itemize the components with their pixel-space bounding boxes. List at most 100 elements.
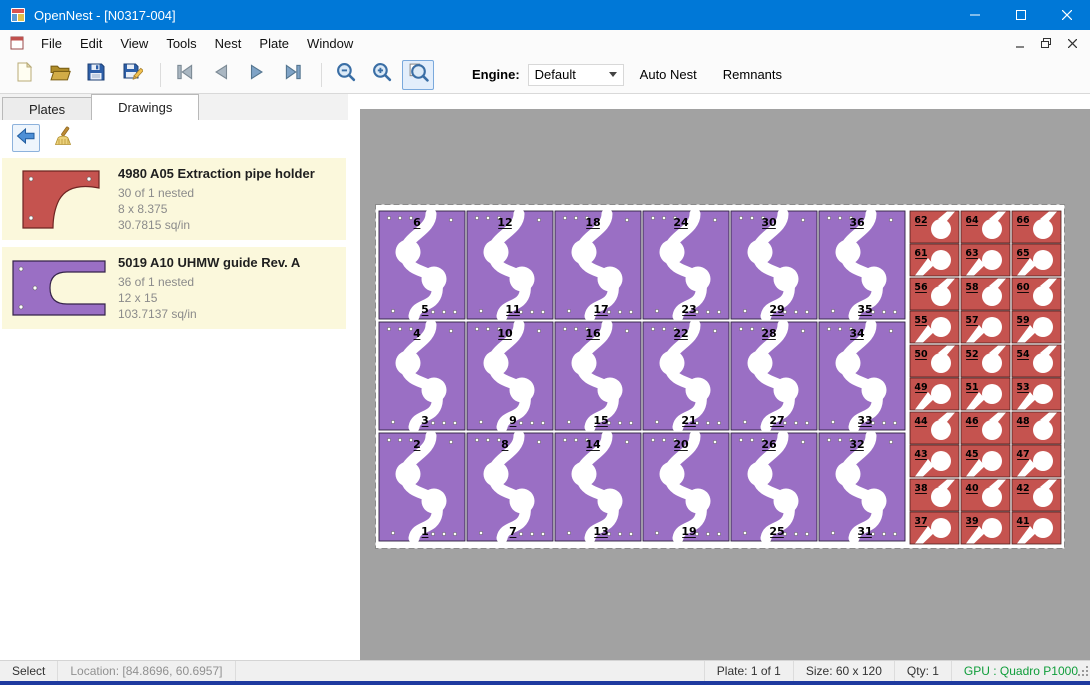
status-mode: Select: [0, 661, 58, 681]
svg-text:2: 2: [413, 438, 421, 451]
save-button[interactable]: [80, 60, 112, 90]
open-folder-icon: [50, 62, 71, 88]
menu-nest[interactable]: Nest: [206, 33, 251, 54]
svg-text:14: 14: [585, 438, 601, 451]
save-as-button[interactable]: [116, 60, 148, 90]
first-arrow-icon: [174, 61, 196, 88]
window-title: OpenNest - [N0317-004]: [34, 8, 176, 23]
engine-select[interactable]: Default: [528, 64, 624, 86]
first-plate-button[interactable]: [169, 60, 201, 90]
next-plate-button[interactable]: [241, 60, 273, 90]
svg-text:21: 21: [681, 414, 696, 427]
zoom-out-button[interactable]: [330, 60, 362, 90]
menu-edit[interactable]: Edit: [71, 33, 111, 54]
menu-plate[interactable]: Plate: [250, 33, 298, 54]
svg-text:41: 41: [1016, 516, 1029, 527]
mdi-close-button[interactable]: [1060, 33, 1084, 53]
svg-text:1: 1: [421, 525, 429, 538]
menu-view[interactable]: View: [111, 33, 157, 54]
svg-text:17: 17: [593, 303, 608, 316]
next-arrow-icon: [246, 61, 268, 88]
new-file-icon: [14, 62, 34, 87]
part-thumbnail-purple: [8, 257, 110, 319]
svg-text:37: 37: [914, 516, 927, 527]
new-button[interactable]: [8, 60, 40, 90]
svg-text:29: 29: [769, 303, 784, 316]
svg-text:13: 13: [593, 525, 608, 538]
svg-text:23: 23: [681, 303, 696, 316]
svg-text:39: 39: [965, 516, 978, 527]
mdi-minimize-button[interactable]: [1008, 33, 1032, 53]
engine-selected-value: Default: [535, 67, 609, 82]
svg-text:3: 3: [421, 414, 429, 427]
svg-text:35: 35: [857, 303, 872, 316]
svg-text:6: 6: [413, 216, 421, 229]
toolbar-separator: [321, 63, 322, 87]
drawing-item-pipe-holder[interactable]: 4980 A05 Extraction pipe holder 30 of 1 …: [2, 158, 346, 240]
svg-text:9: 9: [509, 414, 517, 427]
resize-grip-icon[interactable]: [1077, 665, 1089, 680]
close-button[interactable]: [1044, 0, 1090, 30]
last-plate-button[interactable]: [277, 60, 309, 90]
tab-plates[interactable]: Plates: [2, 97, 92, 120]
remnants-button[interactable]: Remnants: [713, 61, 792, 88]
drawing-title: 4980 A05 Extraction pipe holder: [118, 166, 340, 181]
status-plate: Plate: 1 of 1: [704, 661, 793, 681]
clear-nest-button[interactable]: [50, 124, 78, 152]
drawing-nested-count: 36 of 1 nested: [118, 274, 340, 290]
svg-text:7: 7: [509, 525, 517, 538]
svg-text:22: 22: [673, 327, 688, 340]
drawing-title: 5019 A10 UHMW guide Rev. A: [118, 255, 340, 270]
nest-canvas[interactable]: 6512111817242330293635431091615222128273…: [348, 94, 1090, 660]
svg-text:16: 16: [585, 327, 601, 340]
nest-plate-svg[interactable]: 6512111817242330293635431091615222128273…: [375, 204, 1065, 549]
svg-text:62: 62: [914, 215, 927, 226]
svg-text:18: 18: [585, 216, 600, 229]
svg-text:51: 51: [965, 382, 978, 393]
status-qty: Qty: 1: [894, 661, 951, 681]
svg-text:38: 38: [914, 483, 928, 494]
open-button[interactable]: [44, 60, 76, 90]
svg-text:40: 40: [965, 483, 979, 494]
zoom-fit-button[interactable]: [402, 60, 434, 90]
blue-left-arrow-icon: [16, 126, 36, 151]
svg-text:33: 33: [857, 414, 872, 427]
return-to-plate-button[interactable]: [12, 124, 40, 152]
drawing-item-uhmw-guide[interactable]: 5019 A10 UHMW guide Rev. A 36 of 1 neste…: [2, 247, 346, 329]
svg-text:59: 59: [1016, 315, 1029, 326]
svg-text:30: 30: [761, 216, 777, 229]
svg-text:54: 54: [1016, 349, 1030, 360]
tab-drawings[interactable]: Drawings: [91, 94, 199, 120]
mdi-restore-button[interactable]: [1034, 33, 1058, 53]
maximize-button[interactable]: [998, 0, 1044, 30]
document-icon[interactable]: [10, 36, 24, 50]
svg-text:46: 46: [965, 416, 979, 427]
status-bar: Select Location: [84.8696, 60.6957] Plat…: [0, 660, 1090, 681]
svg-text:4: 4: [413, 327, 421, 340]
menu-file[interactable]: File: [32, 33, 71, 54]
status-gpu: GPU : Quadro P1000: [951, 661, 1090, 681]
menu-window[interactable]: Window: [298, 33, 362, 54]
previous-arrow-icon: [210, 61, 232, 88]
toolbar-separator: [160, 63, 161, 87]
svg-text:15: 15: [593, 414, 608, 427]
svg-text:65: 65: [1016, 248, 1029, 259]
svg-text:63: 63: [965, 248, 978, 259]
svg-text:45: 45: [965, 449, 978, 460]
svg-text:5: 5: [421, 303, 429, 316]
zoom-in-button[interactable]: [366, 60, 398, 90]
menu-bar: File Edit View Tools Nest Plate Window: [0, 30, 1090, 56]
minimize-button[interactable]: [952, 0, 998, 30]
menu-tools[interactable]: Tools: [157, 33, 205, 54]
chevron-down-icon: [609, 72, 617, 77]
drawing-area: 30.7815 sq/in: [118, 217, 340, 233]
svg-text:58: 58: [965, 282, 979, 293]
svg-text:24: 24: [673, 216, 689, 229]
svg-text:49: 49: [914, 382, 927, 393]
svg-text:25: 25: [769, 525, 784, 538]
svg-text:44: 44: [914, 416, 928, 427]
auto-nest-button[interactable]: Auto Nest: [630, 61, 707, 88]
previous-plate-button[interactable]: [205, 60, 237, 90]
svg-text:55: 55: [914, 315, 927, 326]
svg-text:66: 66: [1016, 215, 1030, 226]
